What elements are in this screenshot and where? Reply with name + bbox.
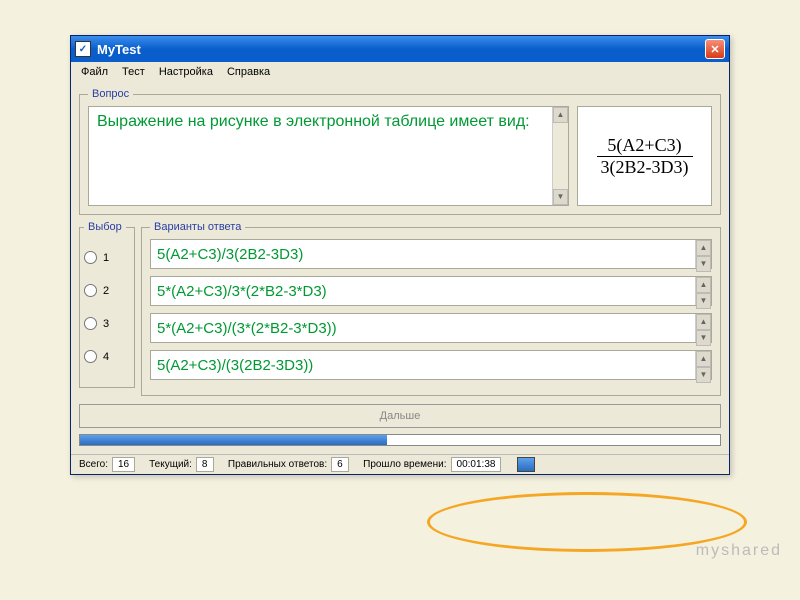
scroll-down-icon[interactable]: ▼ bbox=[696, 256, 711, 272]
radio-label-2: 2 bbox=[103, 285, 109, 297]
radio-2[interactable] bbox=[84, 284, 97, 297]
answers-group: Варианты ответа 5(A2+C3)/3(2B2-3D3) ▲ ▼ … bbox=[141, 221, 721, 396]
titlebar[interactable]: ✓ MyTest ✕ bbox=[71, 36, 729, 62]
menu-settings[interactable]: Настройка bbox=[153, 64, 219, 80]
app-icon: ✓ bbox=[75, 41, 91, 57]
answer-box-2: 5*(A2+C3)/3*(2*B2-3*D3) ▲ ▼ bbox=[150, 276, 712, 306]
radio-4[interactable] bbox=[84, 350, 97, 363]
radio-label-3: 3 bbox=[103, 318, 109, 330]
answer-box-1: 5(A2+C3)/3(2B2-3D3) ▲ ▼ bbox=[150, 239, 712, 269]
formula-image: 5(A2+C3) 3(2B2-3D3) bbox=[577, 106, 712, 206]
scroll-down-icon[interactable]: ▼ bbox=[553, 189, 568, 205]
radio-label-1: 1 bbox=[103, 252, 109, 264]
app-window: ✓ MyTest ✕ Файл Тест Настройка Справка В… bbox=[70, 35, 730, 475]
scroll-track[interactable] bbox=[553, 123, 568, 189]
answer-scrollbar-2[interactable]: ▲ ▼ bbox=[695, 277, 711, 305]
choice-row-3[interactable]: 3 bbox=[84, 317, 130, 330]
status-bar: Всего: 16 Текущий: 8 Правильных ответов:… bbox=[71, 454, 729, 474]
status-color-swatch bbox=[517, 457, 535, 472]
scroll-down-icon[interactable]: ▼ bbox=[696, 330, 711, 346]
scroll-up-icon[interactable]: ▲ bbox=[696, 277, 711, 293]
watermark: myshared bbox=[696, 542, 782, 560]
status-time-label: Прошло времени: bbox=[359, 457, 450, 472]
scroll-up-icon[interactable]: ▲ bbox=[553, 107, 568, 123]
question-text: Выражение на рисунке в электронной табли… bbox=[97, 113, 530, 130]
choice-row-2[interactable]: 2 bbox=[84, 284, 130, 297]
window-title: MyTest bbox=[97, 42, 705, 57]
answer-scrollbar-1[interactable]: ▲ ▼ bbox=[695, 240, 711, 268]
question-legend: Вопрос bbox=[88, 88, 133, 100]
status-total-label: Всего: bbox=[75, 457, 112, 472]
next-button[interactable]: Дальше bbox=[79, 404, 721, 428]
menu-test[interactable]: Тест bbox=[116, 64, 151, 80]
close-button[interactable]: ✕ bbox=[705, 39, 725, 59]
radio-1[interactable] bbox=[84, 251, 97, 264]
status-time-value: 00:01:38 bbox=[451, 457, 502, 472]
status-current-value: 8 bbox=[196, 457, 214, 472]
answer-text-3: 5*(A2+C3)/(3*(2*B2-3*D3)) bbox=[157, 320, 337, 337]
question-scrollbar[interactable]: ▲ ▼ bbox=[552, 107, 568, 205]
status-correct-label: Правильных ответов: bbox=[224, 457, 331, 472]
radio-label-4: 4 bbox=[103, 351, 109, 363]
scroll-up-icon[interactable]: ▲ bbox=[696, 314, 711, 330]
answer-text-2: 5*(A2+C3)/3*(2*B2-3*D3) bbox=[157, 283, 327, 300]
content-area: Вопрос Выражение на рисунке в электронно… bbox=[71, 82, 729, 454]
menu-bar: Файл Тест Настройка Справка bbox=[71, 62, 729, 82]
answer-scrollbar-3[interactable]: ▲ ▼ bbox=[695, 314, 711, 342]
answers-legend: Варианты ответа bbox=[150, 221, 245, 233]
scroll-up-icon[interactable]: ▲ bbox=[696, 240, 711, 256]
progress-bar bbox=[79, 434, 721, 446]
formula-numerator: 5(A2+C3) bbox=[597, 135, 693, 157]
menu-help[interactable]: Справка bbox=[221, 64, 276, 80]
choice-row-1[interactable]: 1 bbox=[84, 251, 130, 264]
progress-fill bbox=[80, 435, 387, 445]
status-total-value: 16 bbox=[112, 457, 135, 472]
scroll-down-icon[interactable]: ▼ bbox=[696, 293, 711, 309]
menu-file[interactable]: Файл bbox=[75, 64, 114, 80]
answer-scrollbar-4[interactable]: ▲ ▼ bbox=[695, 351, 711, 379]
answer-box-3: 5*(A2+C3)/(3*(2*B2-3*D3)) ▲ ▼ bbox=[150, 313, 712, 343]
question-text-box: Выражение на рисунке в электронной табли… bbox=[88, 106, 569, 206]
status-correct-value: 6 bbox=[331, 457, 349, 472]
radio-3[interactable] bbox=[84, 317, 97, 330]
question-group: Вопрос Выражение на рисунке в электронно… bbox=[79, 88, 721, 215]
scroll-down-icon[interactable]: ▼ bbox=[696, 367, 711, 383]
close-icon: ✕ bbox=[710, 43, 719, 56]
status-current-label: Текущий: bbox=[145, 457, 196, 472]
answer-box-4: 5(A2+C3)/(3(2B2-3D3)) ▲ ▼ bbox=[150, 350, 712, 380]
choice-group: Выбор 1 2 3 4 bbox=[79, 221, 135, 388]
choice-legend: Выбор bbox=[84, 221, 126, 233]
answer-text-1: 5(A2+C3)/3(2B2-3D3) bbox=[157, 246, 303, 263]
answer-text-4: 5(A2+C3)/(3(2B2-3D3)) bbox=[157, 357, 313, 374]
scroll-up-icon[interactable]: ▲ bbox=[696, 351, 711, 367]
choice-row-4[interactable]: 4 bbox=[84, 350, 130, 363]
formula-denominator: 3(2B2-3D3) bbox=[597, 157, 693, 178]
